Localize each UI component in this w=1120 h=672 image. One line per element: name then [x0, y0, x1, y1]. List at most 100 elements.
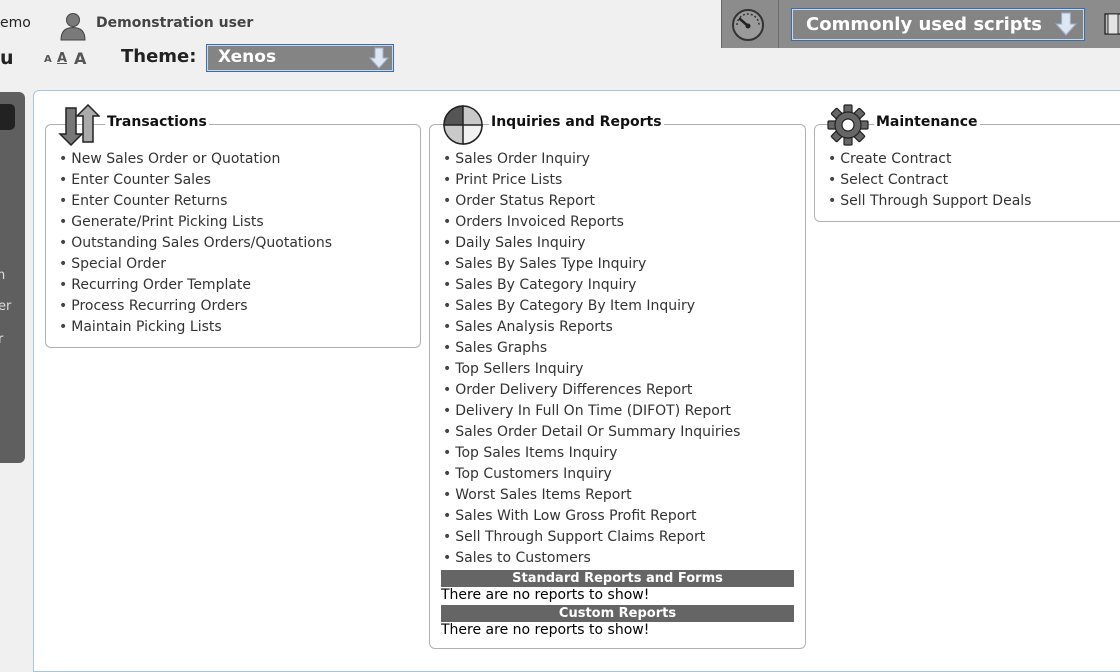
menu-list-item: • Order Delivery Differences Report [443, 380, 740, 401]
menu-list-item: • Enter Counter Returns [59, 191, 332, 212]
menu-link[interactable]: Orders Invoiced Reports [455, 214, 624, 230]
scripts-select-value: Commonly used scripts [806, 14, 1042, 35]
menu-list-item: • Maintain Picking Lists [59, 317, 332, 338]
menu-list-item: • Sell Through Support Claims Report [443, 527, 740, 548]
bullet-icon: • [443, 403, 452, 419]
menu-list-item: • Daily Sales Inquiry [443, 233, 740, 254]
menu-link[interactable]: Top Sales Items Inquiry [455, 445, 617, 461]
menu-link[interactable]: Select Contract [840, 172, 948, 188]
main-menu-sidebar: n er r [0, 92, 25, 463]
menu-link[interactable]: Enter Counter Sales [71, 172, 211, 188]
main-menu-link[interactable]: u [0, 47, 14, 69]
menu-list-item: • Top Sales Items Inquiry [443, 443, 740, 464]
menu-link[interactable]: Top Customers Inquiry [455, 466, 612, 482]
menu-link[interactable]: Sales Graphs [455, 340, 547, 356]
menu-list-item: • Worst Sales Items Report [443, 485, 740, 506]
manual-book-icon[interactable] [1101, 10, 1120, 38]
bullet-icon: • [59, 256, 68, 272]
bullet-icon: • [443, 445, 452, 461]
bullet-icon: • [443, 214, 452, 230]
arrow-down-icon [1054, 12, 1078, 36]
standard-reports-empty-message: There are no reports to show! [441, 587, 650, 603]
user-icon [58, 11, 88, 41]
menu-link[interactable]: Sales By Category By Item Inquiry [455, 298, 695, 314]
up-down-arrows-icon [58, 103, 101, 150]
menu-link[interactable]: Order Status Report [455, 193, 595, 209]
bullet-icon: • [59, 235, 68, 251]
sidebar-item[interactable]: er [0, 299, 11, 314]
bullet-icon: • [59, 172, 68, 188]
menu-link[interactable]: Process Recurring Orders [71, 298, 247, 314]
bullet-icon: • [443, 466, 452, 482]
menu-link[interactable]: Worst Sales Items Report [455, 487, 631, 503]
bullet-icon: • [443, 424, 452, 440]
menu-list-item: • Select Contract [828, 170, 1031, 191]
menu-link[interactable]: Sales With Low Gross Profit Report [455, 508, 696, 524]
menu-list-item: • Create Contract [828, 149, 1031, 170]
bullet-icon: • [443, 151, 452, 167]
bullet-icon: • [443, 361, 452, 377]
menu-link[interactable]: Sales Order Detail Or Summary Inquiries [455, 424, 740, 440]
theme-select[interactable]: Xenos [206, 44, 394, 72]
font-size-small-button[interactable]: A [44, 54, 52, 65]
menu-link[interactable]: Delivery In Full On Time (DIFOT) Report [455, 403, 731, 419]
menu-link[interactable]: Sell Through Support Deals [840, 193, 1031, 209]
dashboard-gauge-icon[interactable] [731, 8, 765, 42]
bullet-icon: • [443, 277, 452, 293]
bullet-icon: • [59, 319, 68, 335]
font-size-large-button[interactable]: A [74, 49, 86, 68]
pie-chart-icon [442, 104, 484, 150]
theme-label: Theme: [121, 46, 197, 67]
menu-list-item: • Delivery In Full On Time (DIFOT) Report [443, 401, 740, 422]
sidebar-item[interactable]: n [0, 268, 5, 283]
menu-link[interactable]: Sales By Category Inquiry [455, 277, 636, 293]
menu-link[interactable]: Recurring Order Template [71, 277, 251, 293]
bullet-icon: • [443, 529, 452, 545]
font-size-medium-button[interactable]: A [57, 51, 67, 66]
menu-link[interactable]: Special Order [71, 256, 166, 272]
bullet-icon: • [443, 487, 452, 503]
toolbar-divider [778, 0, 779, 48]
bullet-icon: • [443, 235, 452, 251]
menu-list-item: • Enter Counter Sales [59, 170, 332, 191]
menu-list-item: • Generate/Print Picking Lists [59, 212, 332, 233]
maintenance-title: Maintenance [874, 114, 980, 130]
menu-link[interactable]: Sales Analysis Reports [455, 319, 613, 335]
menu-list-item: • Sales Order Inquiry [443, 149, 740, 170]
menu-link[interactable]: Top Sellers Inquiry [455, 361, 583, 377]
menu-link[interactable]: Create Contract [840, 151, 951, 167]
menu-link[interactable]: Sales By Sales Type Inquiry [455, 256, 646, 272]
menu-list-item: • Process Recurring Orders [59, 296, 332, 317]
commonly-used-scripts-select[interactable]: Commonly used scripts [791, 8, 1085, 41]
bullet-icon: • [443, 319, 452, 335]
menu-link[interactable]: Sales Order Inquiry [455, 151, 590, 167]
menu-list-item: • Sales By Sales Type Inquiry [443, 254, 740, 275]
menu-link[interactable]: Order Delivery Differences Report [455, 382, 692, 398]
menu-list-item: • Top Customers Inquiry [443, 464, 740, 485]
menu-link[interactable]: Print Price Lists [455, 172, 562, 188]
menu-list-item: • Sales By Category Inquiry [443, 275, 740, 296]
menu-link[interactable]: Sales to Customers [455, 550, 591, 566]
transactions-list: • New Sales Order or Quotation • Enter Coun… [59, 149, 332, 338]
menu-link[interactable]: Sell Through Support Claims Report [455, 529, 705, 545]
menu-list-item: • Special Order [59, 254, 332, 275]
menu-list-item: • Sell Through Support Deals [828, 191, 1031, 212]
bullet-icon: • [59, 193, 68, 209]
menu-link[interactable]: New Sales Order or Quotation [71, 151, 280, 167]
bullet-icon: • [443, 340, 452, 356]
gear-icon [827, 104, 869, 150]
bullet-icon: • [59, 298, 68, 314]
menu-link[interactable]: Daily Sales Inquiry [455, 235, 585, 251]
user-name[interactable]: Demonstration user [96, 15, 253, 31]
inquiries-reports-list: • Sales Order Inquiry • Print Price Lists • O… [443, 149, 740, 569]
menu-link[interactable]: Generate/Print Picking Lists [71, 214, 263, 230]
menu-list-item: • Sales Order Detail Or Summary Inquiries [443, 422, 740, 443]
menu-link[interactable]: Enter Counter Returns [71, 193, 227, 209]
menu-list-item: • New Sales Order or Quotation [59, 149, 332, 170]
sidebar-item[interactable]: r [0, 332, 3, 347]
menu-link[interactable]: Maintain Picking Lists [71, 319, 221, 335]
menu-list-item: • Outstanding Sales Orders/Quotations [59, 233, 332, 254]
sidebar-handle[interactable] [0, 104, 15, 130]
transactions-title: Transactions [105, 114, 209, 130]
menu-link[interactable]: Outstanding Sales Orders/Quotations [71, 235, 332, 251]
